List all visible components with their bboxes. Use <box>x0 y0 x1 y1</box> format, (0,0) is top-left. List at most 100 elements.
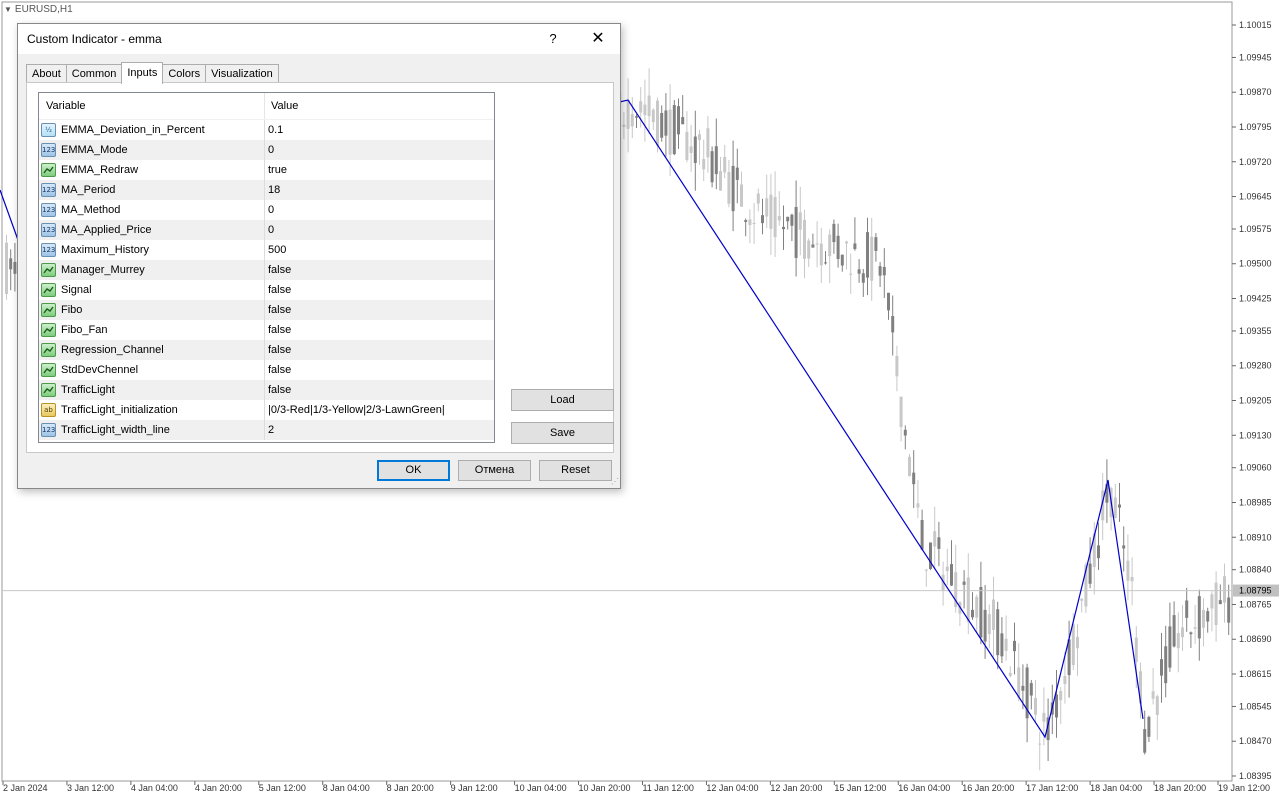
candle-body <box>786 216 790 222</box>
candle-body <box>794 206 798 258</box>
value-cell[interactable]: false <box>265 280 291 300</box>
boolean-type-icon <box>41 343 56 357</box>
value-column-header[interactable]: Value <box>265 93 298 119</box>
candle-body <box>1013 640 1016 652</box>
double-type-icon: ½ <box>41 123 56 137</box>
grid-row[interactable]: 123 MA_Applied_Price 0 <box>39 220 494 240</box>
candle-body <box>1189 632 1193 635</box>
grid-row[interactable]: EMMA_Redraw true <box>39 160 494 180</box>
grid-row[interactable]: Regression_Channel false <box>39 340 494 360</box>
reset-button[interactable]: Reset <box>539 460 612 481</box>
load-button[interactable]: Load <box>511 389 614 411</box>
value-cell[interactable]: 500 <box>265 240 286 260</box>
integer-type-icon: 123 <box>41 243 56 257</box>
grid-row[interactable]: TrafficLight false <box>39 380 494 400</box>
candle-body <box>874 237 878 251</box>
value-cell[interactable]: 0 <box>265 220 274 240</box>
value-cell[interactable]: false <box>265 320 291 340</box>
time-label: 17 Jan 12:00 <box>1026 783 1078 793</box>
grid-row[interactable]: 123 MA_Period 18 <box>39 180 494 200</box>
tab-colors[interactable]: Colors <box>162 64 207 83</box>
grid-row[interactable]: Manager_Murrey false <box>39 260 494 280</box>
price-label: 1.08985 <box>1239 497 1272 507</box>
value-cell[interactable]: 0 <box>265 200 274 220</box>
candle-body <box>992 599 995 630</box>
value-cell[interactable]: true <box>265 160 287 180</box>
candle-body <box>752 222 756 224</box>
value-cell[interactable]: 0 <box>265 140 274 160</box>
cancel-button[interactable]: Отмена <box>458 460 531 481</box>
candle-body <box>744 220 748 222</box>
grid-row[interactable]: Signal false <box>39 280 494 300</box>
variable-column-header[interactable]: Variable <box>39 93 265 119</box>
variable-cell: 123 TrafficLight_width_line <box>39 420 265 440</box>
time-label: 9 Jan 12:00 <box>451 783 498 793</box>
grid-row[interactable]: 123 EMMA_Mode 0 <box>39 140 494 160</box>
candle-body <box>987 614 991 635</box>
chart-menu-triangle-icon[interactable]: ▼ <box>4 5 12 14</box>
candle-body <box>807 240 811 259</box>
candle-body <box>756 193 760 204</box>
value-cell[interactable]: 18 <box>265 180 280 200</box>
value-cell[interactable]: false <box>265 340 291 360</box>
candle-body <box>861 273 865 283</box>
price-label: 1.09945 <box>1239 52 1272 62</box>
grid-row[interactable]: 123 MA_Method 0 <box>39 200 494 220</box>
grid-row[interactable]: 123 TrafficLight_width_line 2 <box>39 420 494 440</box>
tab-visualization[interactable]: Visualization <box>205 64 279 83</box>
grid-row[interactable]: ½ EMMA_Deviation_in_Percent 0.1 <box>39 120 494 140</box>
grid-row[interactable]: 123 Maximum_History 500 <box>39 240 494 260</box>
time-label: 11 Jan 12:00 <box>642 783 693 793</box>
variable-name: StdDevChennel <box>61 364 139 376</box>
candle-body <box>924 569 928 571</box>
candle-body <box>836 235 840 260</box>
variable-cell: Fibo_Fan <box>39 320 265 340</box>
value-cell[interactable]: |0/3-Red|1/3-Yellow|2/3-LawnGreen| <box>265 400 445 420</box>
price-label: 1.09870 <box>1239 87 1272 97</box>
time-label: 4 Jan 04:00 <box>131 783 178 793</box>
close-button[interactable]: ✕ <box>583 28 613 50</box>
value-cell[interactable]: 0.1 <box>265 120 283 140</box>
candle-body <box>689 146 693 153</box>
time-label: 18 Jan 04:00 <box>1090 783 1142 793</box>
value-cell[interactable]: false <box>265 260 291 280</box>
candle-body <box>1193 627 1197 629</box>
tab-about[interactable]: About <box>26 64 67 83</box>
help-button[interactable]: ? <box>539 28 567 50</box>
value-cell[interactable]: 2 <box>265 420 274 440</box>
resize-grip-icon[interactable]: ⋰ <box>609 477 619 487</box>
boolean-type-icon <box>41 263 56 277</box>
price-label: 1.09280 <box>1239 361 1272 371</box>
candle-body <box>1113 497 1117 518</box>
grid-row[interactable]: StdDevChennel false <box>39 360 494 380</box>
ok-button[interactable]: OK <box>377 460 450 481</box>
candle-body <box>840 254 844 266</box>
value-cell[interactable]: false <box>265 360 291 380</box>
save-button[interactable]: Save <box>511 422 614 444</box>
variable-cell: Fibo <box>39 300 265 320</box>
candle-body <box>1118 504 1121 508</box>
value-cell[interactable]: false <box>265 380 291 400</box>
grid-row[interactable]: ab TrafficLight_initialization |0/3-Red|1/… <box>39 400 494 420</box>
candle-body <box>1088 563 1092 584</box>
grid-row[interactable]: Fibo false <box>39 300 494 320</box>
dialog-titlebar[interactable]: Custom Indicator - emma ? ✕ <box>18 24 620 54</box>
candle-body <box>693 136 697 163</box>
candle-body <box>1076 636 1079 649</box>
tab-common[interactable]: Common <box>65 64 123 83</box>
candle-body <box>1071 624 1075 666</box>
price-label: 1.09500 <box>1239 259 1272 269</box>
candle-body <box>782 226 785 230</box>
candle-body <box>950 564 953 586</box>
grid-row[interactable]: Fibo_Fan false <box>39 320 494 340</box>
price-label: 1.08395 <box>1239 771 1272 781</box>
value-cell[interactable]: false <box>265 300 291 320</box>
price-label: 1.09795 <box>1239 122 1272 132</box>
tab-inputs[interactable]: Inputs <box>121 62 164 84</box>
candle-body <box>681 117 685 125</box>
candle-body <box>765 198 769 217</box>
candle-body <box>1223 576 1226 603</box>
candle-body <box>664 110 668 136</box>
variable-cell: Manager_Murrey <box>39 260 265 280</box>
candle-body <box>803 219 806 259</box>
